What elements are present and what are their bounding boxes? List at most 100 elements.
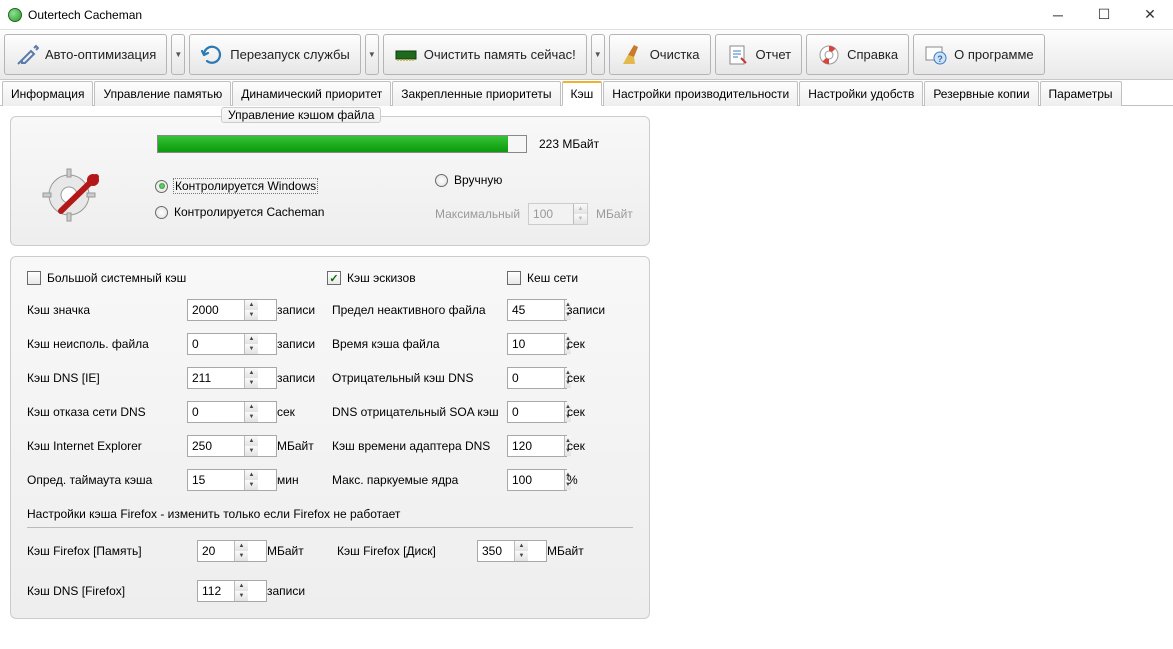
report-icon xyxy=(726,43,750,67)
label-unused-file: Кэш неисполь. файла xyxy=(27,337,187,351)
check-thumbs-cache[interactable]: ✓ Кэш эскизов xyxy=(327,271,467,285)
spinner-deadfile[interactable]: ▲▼ xyxy=(507,299,567,321)
tab-comfort[interactable]: Настройки удобств xyxy=(799,81,923,106)
label-dns-ie: Кэш DNS [IE] xyxy=(27,371,187,385)
max-cache-input xyxy=(529,205,573,223)
radio-cacheman-controlled[interactable]: Контролируется Cacheman xyxy=(155,205,405,219)
tab-dynamic-priority[interactable]: Динамический приоритет xyxy=(232,81,391,106)
max-unit: МБайт xyxy=(596,207,633,221)
maximize-button[interactable]: ☐ xyxy=(1081,0,1127,30)
main-toolbar: Авто-оптимизация ▼ Перезапуск службы ▼ О… xyxy=(0,30,1173,80)
spinner-dns-ie[interactable]: ▲▼ xyxy=(187,367,277,389)
file-cache-panel: Управление кэшом файла 223 МБайт Контрол… xyxy=(10,116,650,246)
spinner-unused-file[interactable]: ▲▼ xyxy=(187,333,277,355)
label-cache-timeout: Опред. таймаута кэша xyxy=(27,473,187,487)
auto-optimize-dropdown[interactable]: ▼ xyxy=(171,34,185,75)
unit-deadfile: записи xyxy=(567,303,622,317)
label-ff-mem: Кэш Firefox [Память] xyxy=(27,544,197,558)
unit-dns-fail: сек xyxy=(277,405,332,419)
close-button[interactable]: ✕ xyxy=(1127,0,1173,30)
label-ff-dns: Кэш DNS [Firefox] xyxy=(27,584,197,598)
unit-parked-cores: % xyxy=(567,473,622,487)
report-label: Отчет xyxy=(756,47,792,62)
spinner-ff-dns[interactable]: ▲▼ xyxy=(197,580,267,602)
spinner-icon-cache[interactable]: ▲▼ xyxy=(187,299,277,321)
radio-windows-controlled[interactable]: Контролируется Windows xyxy=(155,179,405,193)
label-parked-cores: Макс. паркуемые ядра xyxy=(332,473,507,487)
tab-info[interactable]: Информация xyxy=(2,81,93,106)
unit-ff-disk: МБайт xyxy=(547,544,597,558)
syringe-icon xyxy=(15,43,39,67)
label-ie-cache: Кэш Internet Explorer xyxy=(27,439,187,453)
auto-optimize-button[interactable]: Авто-оптимизация xyxy=(4,34,167,75)
clear-memory-dropdown[interactable]: ▼ xyxy=(591,34,605,75)
report-button[interactable]: Отчет xyxy=(715,34,803,75)
spinner-dns-fail[interactable]: ▲▼ xyxy=(187,401,277,423)
radio-cacheman-label: Контролируется Cacheman xyxy=(174,205,324,219)
cache-settings-panel: Большой системный кэш ✓ Кэш эскизов Кеш … xyxy=(10,256,650,619)
unit-adapter-dns: сек xyxy=(567,439,622,453)
cache-progressbar xyxy=(157,135,527,153)
radio-dot-icon xyxy=(435,174,448,187)
window-title: Outertech Cacheman xyxy=(28,8,142,22)
about-icon: ? xyxy=(924,43,948,67)
restart-dropdown[interactable]: ▼ xyxy=(365,34,379,75)
unit-neg-dns: сек xyxy=(567,371,622,385)
label-dns-soa: DNS отрицательный SOA кэш xyxy=(332,405,507,419)
label-ff-disk: Кэш Firefox [Диск] xyxy=(337,544,477,558)
clear-memory-button[interactable]: Очистить память сейчас! xyxy=(383,34,587,75)
max-label: Максимальный xyxy=(435,207,520,221)
checkbox-icon xyxy=(27,271,41,285)
unit-ff-mem: МБайт xyxy=(267,544,337,558)
clear-memory-label: Очистить память сейчас! xyxy=(424,47,576,62)
clean-label: Очистка xyxy=(650,47,700,62)
radio-manual[interactable]: Вручную xyxy=(435,173,633,187)
spinner-ff-mem[interactable]: ▲▼ xyxy=(197,540,267,562)
tab-pinned-priorities[interactable]: Закрепленные приоритеты xyxy=(392,81,560,106)
clean-button[interactable]: Очистка xyxy=(609,34,711,75)
radio-dot-icon xyxy=(155,180,168,193)
check-thumbs-label: Кэш эскизов xyxy=(347,271,416,285)
tab-backup[interactable]: Резервные копии xyxy=(924,81,1038,106)
unit-filetime: сек xyxy=(567,337,622,351)
about-label: О программе xyxy=(954,47,1034,62)
cache-size-label: 223 МБайт xyxy=(539,137,599,151)
tab-params[interactable]: Параметры xyxy=(1040,81,1122,106)
spinner-cache-timeout[interactable]: ▲▼ xyxy=(187,469,277,491)
svg-text:?: ? xyxy=(937,54,943,64)
checkbox-icon: ✓ xyxy=(327,271,341,285)
spinner-adapter-dns[interactable]: ▲▼ xyxy=(507,435,567,457)
unit-dns-ie: записи xyxy=(277,371,332,385)
spinner-neg-dns[interactable]: ▲▼ xyxy=(507,367,567,389)
lifebuoy-icon xyxy=(817,43,841,67)
unit-dns-soa: сек xyxy=(567,405,622,419)
about-button[interactable]: ? О программе xyxy=(913,34,1045,75)
help-button[interactable]: Справка xyxy=(806,34,909,75)
label-icon-cache: Кэш значка xyxy=(27,303,187,317)
restart-service-label: Перезапуск службы xyxy=(230,47,350,62)
tab-memory-mgmt[interactable]: Управление памятью xyxy=(94,81,231,106)
check-net-cache[interactable]: Кеш сети xyxy=(507,271,578,285)
firefox-note: Настройки кэша Firefox - изменить только… xyxy=(27,507,633,521)
spinner-ff-disk[interactable]: ▲▼ xyxy=(477,540,547,562)
tab-performance[interactable]: Настройки производительности xyxy=(603,81,798,106)
titlebar: Outertech Cacheman ─ ☐ ✕ xyxy=(0,0,1173,30)
divider xyxy=(27,527,633,528)
unit-cache-timeout: мин xyxy=(277,473,332,487)
tab-bar: Информация Управление памятью Динамическ… xyxy=(0,80,1173,106)
broom-icon xyxy=(620,43,644,67)
app-icon xyxy=(8,8,22,22)
spinner-parked-cores[interactable]: ▲▼ xyxy=(507,469,567,491)
check-big-system-label: Большой системный кэш xyxy=(47,271,186,285)
unit-unused-file: записи xyxy=(277,337,332,351)
spinner-ie-cache[interactable]: ▲▼ xyxy=(187,435,277,457)
restart-service-button[interactable]: Перезапуск службы xyxy=(189,34,361,75)
check-big-system-cache[interactable]: Большой системный кэш xyxy=(27,271,287,285)
spinner-filetime[interactable]: ▲▼ xyxy=(507,333,567,355)
spinner-dns-soa[interactable]: ▲▼ xyxy=(507,401,567,423)
tab-cache[interactable]: Кэш xyxy=(562,81,603,106)
help-label: Справка xyxy=(847,47,898,62)
unit-icon-cache: записи xyxy=(277,303,332,317)
ram-icon xyxy=(394,43,418,67)
minimize-button[interactable]: ─ xyxy=(1035,0,1081,30)
